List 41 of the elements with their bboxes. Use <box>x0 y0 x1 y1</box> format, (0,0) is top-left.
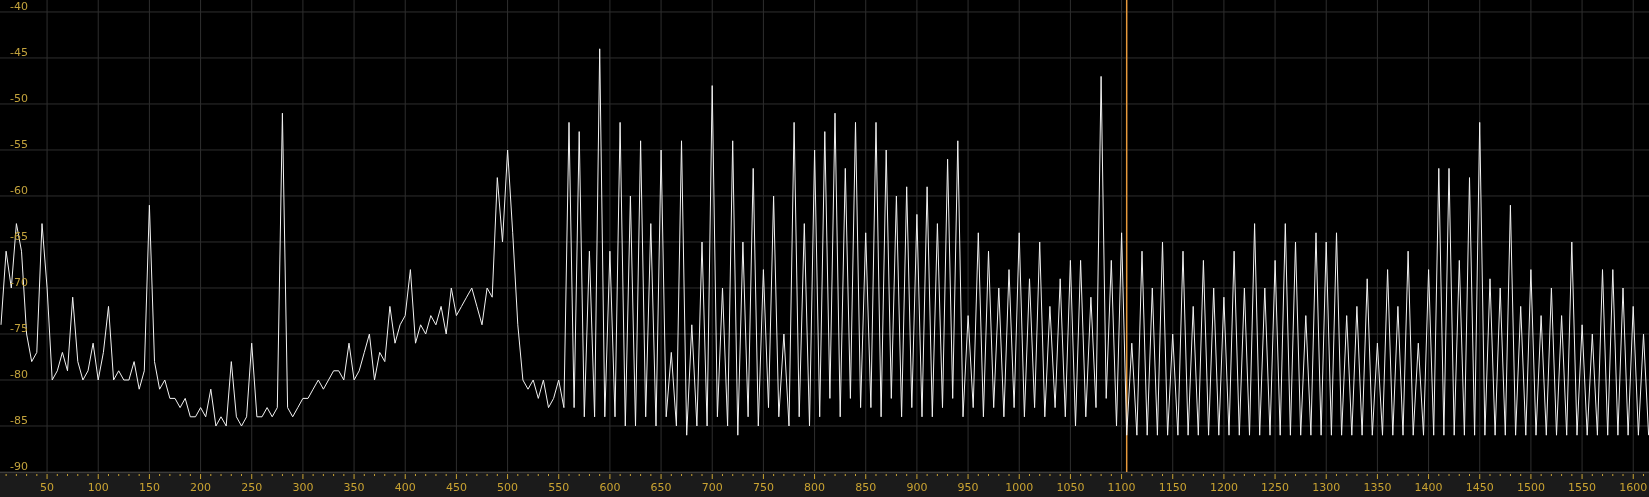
x-axis-label: 1000 <box>1004 481 1035 494</box>
x-axis-label: 100 <box>86 481 110 494</box>
y-axis-label: -55 <box>10 137 28 151</box>
y-axis-label: -80 <box>10 368 28 381</box>
x-axis-label: 600 <box>598 481 622 494</box>
cursor-line[interactable] <box>1125 0 1128 472</box>
x-axis-label: 800 <box>803 481 827 494</box>
x-axis-label: 750 <box>751 481 775 494</box>
x-axis-label: 1200 <box>1208 481 1239 494</box>
x-axis-label: 1500 <box>1515 481 1546 494</box>
x-axis-label: 200 <box>189 481 213 494</box>
x-axis-label: 1100 <box>1106 481 1137 494</box>
x-axis-label: 400 <box>393 481 417 494</box>
x-axis-label: 550 <box>547 481 571 494</box>
x-axis-label: 1550 <box>1567 481 1598 494</box>
x-axis-label: 150 <box>137 481 161 494</box>
y-axis-label: -50 <box>10 91 28 105</box>
y-axis-label: -90 <box>10 460 28 473</box>
x-axis-label: 1300 <box>1311 481 1342 494</box>
x-axis-label: 50 <box>39 481 56 494</box>
y-axis-label: -60 <box>10 183 28 197</box>
x-axis-label: 1350 <box>1362 481 1393 494</box>
x-axis-label: 1450 <box>1464 481 1495 494</box>
x-axis-label: 1400 <box>1413 481 1444 494</box>
x-axis-label: 1050 <box>1055 481 1086 494</box>
x-axis-label: 900 <box>905 481 929 494</box>
x-axis-label: 1600 <box>1618 481 1649 494</box>
x-axis-label: 500 <box>496 481 520 494</box>
x-axis-label: 1250 <box>1260 481 1291 494</box>
y-axis-label: -40 <box>10 0 28 13</box>
x-axis-label: 850 <box>854 481 878 494</box>
x-axis-label: 650 <box>649 481 673 494</box>
x-axis-label: 250 <box>240 481 264 494</box>
x-axis-label: 350 <box>342 481 366 494</box>
x-axis-label: 300 <box>291 481 315 494</box>
y-axis-label: -85 <box>10 414 28 427</box>
x-axis-label: 450 <box>444 481 468 494</box>
y-axis-label: -45 <box>10 45 28 59</box>
x-axis-label: 1150 <box>1157 481 1188 494</box>
x-axis-label: 950 <box>956 481 980 494</box>
x-axis-label: 700 <box>700 481 724 494</box>
